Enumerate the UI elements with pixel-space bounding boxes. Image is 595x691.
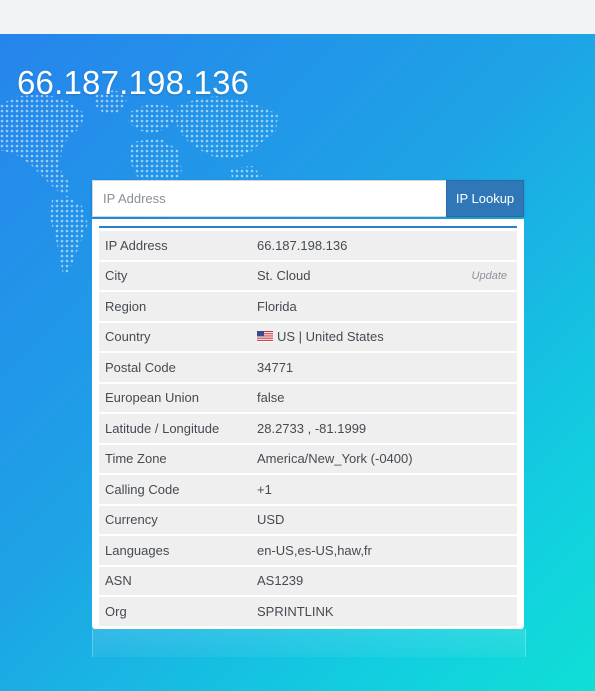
- row-value: en-US,es-US,haw,fr: [251, 536, 517, 565]
- card-accent-line: [99, 226, 517, 228]
- row-label: Languages: [99, 536, 251, 565]
- table-row-currency: Currency USD: [99, 505, 517, 534]
- row-label: IP Address: [99, 231, 251, 260]
- update-location-link[interactable]: Update: [472, 270, 507, 282]
- ip-details-card: IP Address 66.187.198.136 City St. Cloud…: [92, 219, 524, 629]
- row-label: City: [99, 261, 251, 290]
- row-label: Org: [99, 597, 251, 626]
- table-row-region: Region Florida: [99, 292, 517, 321]
- page-title-ip: 66.187.198.136: [17, 64, 250, 101]
- table-row-languages: Languages en-US,es-US,haw,fr: [99, 536, 517, 565]
- ip-address-input[interactable]: [92, 180, 446, 217]
- table-row-postal-code: Postal Code 34771: [99, 353, 517, 382]
- table-row-lat-long: Latitude / Longitude 28.2733 , -81.1999: [99, 414, 517, 443]
- table-row-time-zone: Time Zone America/New_York (-0400): [99, 444, 517, 473]
- row-value: SPRINTLINK: [251, 597, 517, 626]
- ip-lookup-button[interactable]: IP Lookup: [446, 180, 524, 217]
- table-row-ip-address: IP Address 66.187.198.136: [99, 231, 517, 260]
- row-value: 66.187.198.136: [251, 231, 517, 260]
- row-value: 28.2733 , -81.1999: [251, 414, 517, 443]
- row-value-cell: St. Cloud Update: [251, 261, 517, 290]
- row-label: Time Zone: [99, 444, 251, 473]
- table-row-calling-code: Calling Code +1: [99, 475, 517, 504]
- ip-details-table: IP Address 66.187.198.136 City St. Cloud…: [99, 229, 517, 628]
- row-value: 34771: [251, 353, 517, 382]
- top-browser-strip: [0, 0, 595, 35]
- row-value-cell: US | United States: [251, 322, 517, 351]
- table-row-org: Org SPRINTLINK: [99, 597, 517, 626]
- row-value: St. Cloud: [257, 268, 311, 284]
- row-value: Florida: [251, 292, 517, 321]
- row-value: false: [251, 383, 517, 412]
- row-label: ASN: [99, 566, 251, 595]
- us-flag-icon: [257, 331, 273, 343]
- row-label: Postal Code: [99, 353, 251, 382]
- row-label: Latitude / Longitude: [99, 414, 251, 443]
- row-label: Calling Code: [99, 475, 251, 504]
- row-label: Region: [99, 292, 251, 321]
- row-label: European Union: [99, 383, 251, 412]
- table-row-country: Country US | United States: [99, 322, 517, 351]
- card-footer-area: [92, 629, 526, 657]
- row-label: Country: [99, 322, 251, 351]
- row-value: USD: [251, 505, 517, 534]
- row-value: US | United States: [277, 329, 384, 345]
- table-row-asn: ASN AS1239: [99, 566, 517, 595]
- table-row-european-union: European Union false: [99, 383, 517, 412]
- table-row-city: City St. Cloud Update: [99, 261, 517, 290]
- row-value: +1: [251, 475, 517, 504]
- ip-search-bar: IP Lookup: [92, 180, 524, 217]
- row-label: Currency: [99, 505, 251, 534]
- row-value: America/New_York (-0400): [251, 444, 517, 473]
- row-value: AS1239: [251, 566, 517, 595]
